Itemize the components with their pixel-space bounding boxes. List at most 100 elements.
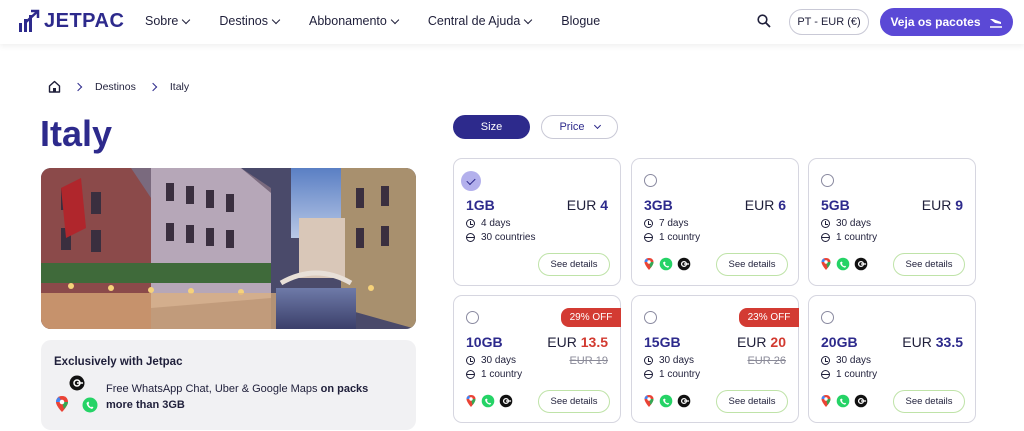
- partner-apps-icons: [821, 257, 868, 271]
- plan-card[interactable]: 29% OFF 10GB EUR 13.5 EUR 19 30 days 1 countr…: [453, 295, 621, 423]
- globe-icon: [644, 370, 653, 379]
- plan-card[interactable]: 5GB EUR 9 30 days 1 country See details: [808, 158, 976, 286]
- plan-coverage-text: 1 country: [659, 369, 701, 380]
- plan-size: 20GB: [821, 334, 858, 350]
- plan-price: EUR 13.5: [547, 334, 608, 350]
- plan-amount: 9: [955, 197, 963, 213]
- see-details-button[interactable]: See details: [893, 253, 965, 276]
- plan-duration-text: 30 days: [659, 355, 695, 366]
- see-details-button[interactable]: See details: [716, 390, 788, 413]
- plan-old-price: EUR 26: [747, 355, 786, 367]
- nav-item-abbonamento[interactable]: Abbonamento: [309, 14, 400, 28]
- plan-amount: 6: [778, 197, 786, 213]
- plan-select-radio[interactable]: [644, 174, 657, 187]
- chevron-down-icon: [182, 15, 191, 24]
- google-maps-icon: [644, 258, 654, 270]
- whatsapp-icon: [836, 394, 850, 408]
- plan-size: 3GB: [644, 197, 673, 213]
- plan-currency: EUR: [902, 334, 932, 350]
- nav-item-sobre[interactable]: Sobre: [145, 14, 191, 28]
- chevron-right-icon: [148, 82, 158, 91]
- jetpac-logo[interactable]: JETPAC: [18, 9, 124, 33]
- google-maps-icon: [644, 395, 654, 407]
- plan-coverage: 1 country: [821, 232, 877, 243]
- nav-label: Destinos: [219, 14, 268, 28]
- plan-currency: EUR: [921, 197, 952, 213]
- home-icon[interactable]: [48, 80, 61, 93]
- plan-card[interactable]: 3GB EUR 6 7 days 1 country See details: [631, 158, 799, 286]
- nav-item-blogue[interactable]: Blogue: [561, 14, 600, 28]
- clock-icon: [821, 356, 830, 365]
- plan-select-radio[interactable]: [644, 311, 657, 324]
- plane-landing-icon: [989, 19, 1002, 28]
- plan-select-radio[interactable]: [461, 171, 481, 191]
- brand-name: JETPAC: [44, 9, 125, 32]
- plan-currency: EUR: [744, 197, 775, 213]
- chevron-right-icon: [73, 82, 83, 91]
- plan-duration: 4 days: [466, 218, 510, 229]
- partner-apps-icons: [644, 257, 691, 271]
- plan-amount: 20: [770, 334, 786, 350]
- globe-icon: [466, 370, 475, 379]
- see-details-button[interactable]: See details: [538, 390, 610, 413]
- plan-coverage: 1 country: [644, 369, 700, 380]
- venice-canal-image: [41, 168, 416, 329]
- clock-icon: [466, 219, 475, 228]
- whatsapp-icon: [481, 394, 495, 408]
- plan-coverage-text: 1 country: [481, 369, 523, 380]
- plan-card[interactable]: 1GB EUR 4 4 days 30 countries See details: [453, 158, 621, 286]
- plan-select-radio[interactable]: [821, 311, 834, 324]
- top-navigation-bar: JETPAC Sobre Destinos Abbonamento Centra…: [0, 0, 1024, 44]
- plan-select-radio[interactable]: [821, 174, 834, 187]
- plan-card[interactable]: 23% OFF 15GB EUR 20 EUR 26 30 days 1 country S…: [631, 295, 799, 423]
- chevron-down-icon: [390, 15, 400, 24]
- globe-icon: [821, 370, 830, 379]
- plan-apps: [643, 257, 697, 271]
- filter-size-button[interactable]: Size: [453, 115, 530, 139]
- partner-apps-icons: [821, 394, 868, 408]
- nav-label: Central de Ajuda: [427, 14, 521, 28]
- globe-icon: [821, 233, 830, 242]
- currency-selector-button[interactable]: PT - EUR (€): [789, 9, 869, 35]
- uber-icon: [499, 394, 513, 408]
- plan-coverage-text: 30 countries: [481, 232, 536, 243]
- google-maps-icon: [821, 258, 831, 270]
- uber-icon: [677, 394, 691, 408]
- nav-item-destinos[interactable]: Destinos: [219, 14, 281, 28]
- plan-card[interactable]: 20GB EUR 33.5 30 days 1 country See details: [808, 295, 976, 423]
- clock-icon: [821, 219, 830, 228]
- plan-coverage-text: 1 country: [659, 232, 701, 243]
- clock-icon: [644, 356, 653, 365]
- google-maps-icon: [56, 396, 68, 412]
- chevron-down-icon: [593, 121, 601, 130]
- plan-duration: 30 days: [466, 355, 516, 366]
- see-details-button[interactable]: See details: [893, 390, 965, 413]
- plan-size: 10GB: [466, 334, 503, 350]
- plan-duration-text: 4 days: [481, 218, 511, 229]
- plan-duration-text: 30 days: [481, 355, 517, 366]
- discount-badge: 29% OFF: [561, 308, 621, 327]
- see-details-button[interactable]: See details: [538, 253, 610, 276]
- view-packages-button[interactable]: Veja os pacotes: [880, 8, 1013, 36]
- plan-coverage: 1 country: [821, 369, 877, 380]
- nav-item-central-de-ajuda[interactable]: Central de Ajuda: [427, 14, 533, 28]
- breadcrumb-item-destinos[interactable]: Destinos: [95, 81, 136, 93]
- google-maps-icon: [466, 395, 476, 407]
- globe-icon: [644, 233, 653, 242]
- plan-apps: [643, 394, 697, 408]
- plan-amount: 4: [600, 197, 608, 213]
- plan-select-radio[interactable]: [466, 311, 479, 324]
- filter-price-dropdown[interactable]: Price: [541, 115, 618, 139]
- search-icon[interactable]: [757, 14, 771, 28]
- plan-coverage-text: 1 country: [836, 369, 878, 380]
- discount-badge: 23% OFF: [739, 308, 799, 327]
- plan-price: EUR 4: [567, 197, 608, 213]
- whatsapp-icon: [82, 397, 98, 413]
- plan-currency: EUR: [547, 334, 577, 350]
- plan-currency: EUR: [736, 334, 767, 350]
- filter-price-label: Price: [559, 121, 585, 133]
- plan-filters: Size Price: [453, 115, 618, 139]
- see-details-button[interactable]: See details: [716, 253, 788, 276]
- plan-amount: 13.5: [580, 334, 608, 350]
- plan-coverage: 1 country: [644, 232, 700, 243]
